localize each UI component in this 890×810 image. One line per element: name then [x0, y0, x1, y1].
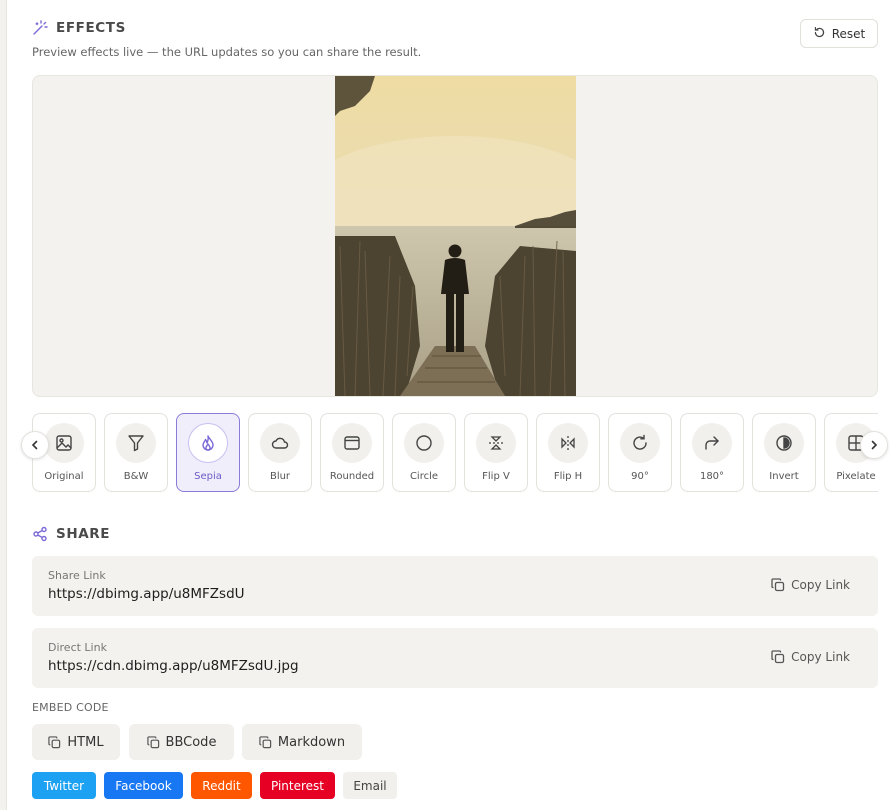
direct-link-box: Direct Link https://cdn.dbimg.app/u8MFZs… — [32, 628, 878, 688]
share-link-caption: Share Link — [48, 569, 106, 582]
effect-rotate-180[interactable]: 180° — [680, 413, 744, 492]
effects-title: EFFECTS — [56, 20, 126, 36]
share-facebook-button[interactable]: Facebook — [104, 772, 183, 799]
copy-link-label: Copy Link — [791, 578, 850, 592]
copy-icon — [146, 735, 159, 748]
effect-icon-holder — [692, 423, 732, 463]
copy-direct-link-button[interactable]: Copy Link — [771, 650, 850, 664]
direct-link-url[interactable]: https://cdn.dbimg.app/u8MFZsdU.jpg — [48, 658, 299, 674]
filter-icon — [128, 435, 144, 452]
embed-code-caption: EMBED CODE — [32, 701, 109, 714]
effect-circle[interactable]: Circle — [392, 413, 456, 492]
preview-area — [32, 75, 878, 397]
effect-invert[interactable]: Invert — [752, 413, 816, 492]
browser-window-icon — [344, 436, 360, 450]
effect-rounded[interactable]: Rounded — [320, 413, 384, 492]
embed-html-button[interactable]: HTML — [32, 724, 120, 760]
effect-label: 90° — [631, 471, 649, 482]
direct-link-caption: Direct Link — [48, 641, 107, 654]
embed-markdown-button[interactable]: Markdown — [242, 724, 362, 760]
effect-label: B&W — [123, 471, 149, 482]
effect-label: Flip V — [482, 471, 510, 482]
effects-carousel: Original B&W Sepia Blur Rounded Circle F… — [32, 413, 878, 493]
effect-icon-holder — [116, 423, 156, 463]
contrast-icon — [776, 435, 792, 451]
effect-bw[interactable]: B&W — [104, 413, 168, 492]
flame-icon — [202, 435, 214, 451]
cloud-icon — [271, 437, 289, 449]
embed-html-label: HTML — [67, 734, 104, 750]
carousel-prev-button[interactable] — [21, 431, 49, 459]
reset-button[interactable]: Reset — [800, 19, 878, 48]
share-title-row: SHARE — [32, 526, 110, 542]
redo-arrow-icon — [705, 436, 719, 450]
effect-label: Blur — [269, 471, 291, 482]
magic-wand-icon — [32, 20, 48, 36]
effect-rotate-90[interactable]: 90° — [608, 413, 672, 492]
copy-icon — [771, 650, 785, 664]
preview-image — [335, 76, 576, 396]
copy-icon — [259, 735, 272, 748]
effect-icon-holder — [44, 423, 84, 463]
effect-icon-holder — [332, 423, 372, 463]
effect-blur[interactable]: Blur — [248, 413, 312, 492]
carousel-next-button[interactable] — [860, 431, 888, 459]
share-twitter-button[interactable]: Twitter — [32, 772, 96, 799]
embed-bbcode-label: BBCode — [165, 734, 217, 750]
copy-link-label: Copy Link — [791, 650, 850, 664]
share-link-box: Share Link https://dbimg.app/u8MFZsdU Co… — [32, 556, 878, 616]
left-border — [0, 0, 7, 810]
rotate-cw-icon — [633, 434, 647, 450]
effect-label: 180° — [699, 471, 725, 482]
effect-icon-holder — [476, 423, 516, 463]
share-icon — [32, 526, 48, 542]
effect-label: Rounded — [329, 471, 375, 482]
effect-icon-holder — [404, 423, 444, 463]
reset-label: Reset — [831, 26, 866, 41]
effect-flip-v[interactable]: Flip V — [464, 413, 528, 492]
effect-icon-holder — [764, 423, 804, 463]
circle-icon — [416, 435, 432, 451]
effect-label: Circle — [409, 471, 439, 482]
effect-label: Pixelate — [836, 471, 876, 482]
effect-label: Original — [44, 471, 84, 482]
copy-icon — [771, 578, 785, 592]
effects-header: EFFECTS Preview effects live — the URL u… — [32, 20, 421, 59]
chevron-right-icon — [871, 440, 878, 450]
share-pinterest-button[interactable]: Pinterest — [260, 772, 335, 799]
embed-bbcode-button[interactable]: BBCode — [129, 724, 234, 760]
share-reddit-button[interactable]: Reddit — [191, 772, 252, 799]
share-link-url[interactable]: https://dbimg.app/u8MFZsdU — [48, 586, 245, 602]
share-email-button[interactable]: Email — [343, 772, 397, 799]
effect-label: Sepia — [194, 471, 222, 482]
effect-sepia[interactable]: Sepia — [176, 413, 240, 492]
flip-horizontal-icon — [561, 436, 575, 450]
chevron-left-icon — [31, 440, 38, 450]
flip-vertical-icon — [489, 436, 503, 450]
effect-flip-h[interactable]: Flip H — [536, 413, 600, 492]
effects-title-row: EFFECTS — [32, 20, 421, 36]
share-title: SHARE — [56, 526, 111, 542]
effects-subtitle: Preview effects live — the URL updates s… — [32, 45, 422, 59]
copy-icon — [48, 735, 61, 748]
image-icon — [56, 435, 72, 451]
effect-label: Flip H — [553, 471, 583, 482]
effect-icon-holder — [188, 423, 228, 463]
effect-label: Invert — [769, 471, 799, 482]
effect-icon-holder — [548, 423, 588, 463]
effect-icon-holder — [620, 423, 660, 463]
copy-share-link-button[interactable]: Copy Link — [771, 578, 850, 592]
embed-markdown-label: Markdown — [277, 734, 346, 750]
reset-icon — [813, 26, 826, 42]
effect-icon-holder — [260, 423, 300, 463]
